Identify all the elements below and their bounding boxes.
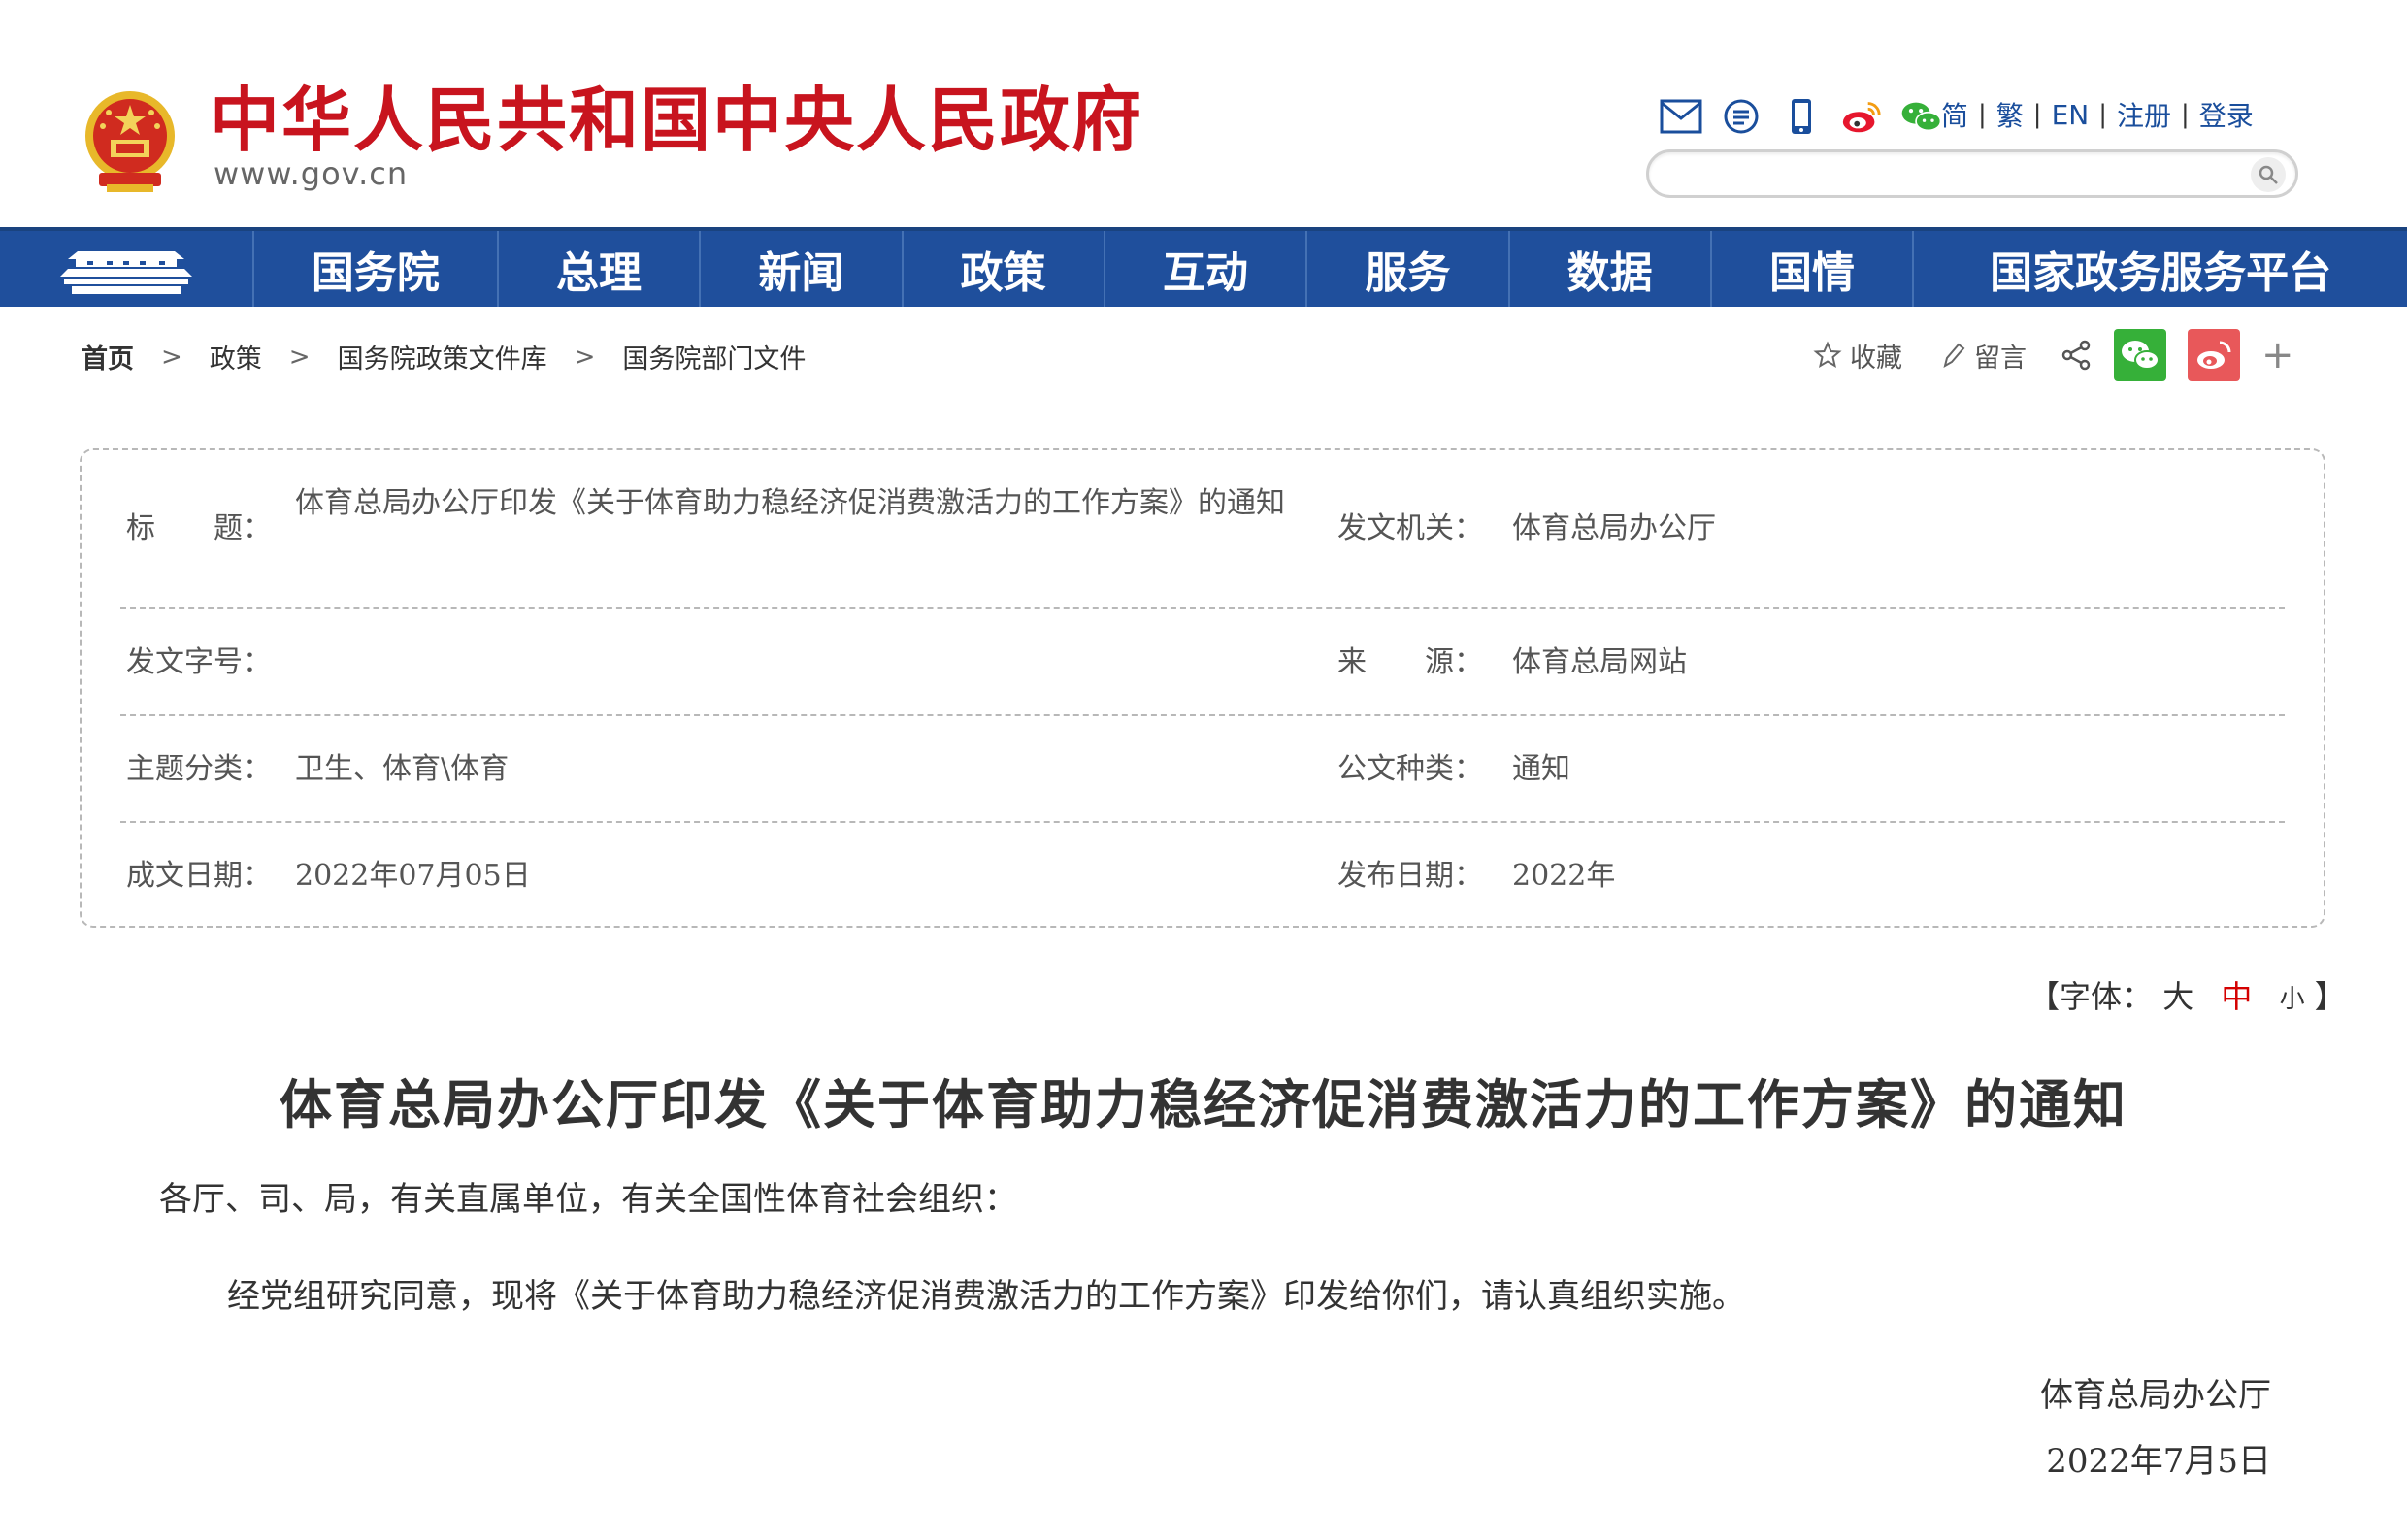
wechat-icon[interactable] [1900, 95, 1943, 138]
article-addressee: 各厅、司、局，有关直属单位，有关全国性体育社会组织： [159, 1180, 1017, 1219]
lang-simplified-link[interactable]: 简 [1941, 95, 1968, 134]
search-icon [2259, 165, 2278, 184]
title-label: 标 题： [126, 511, 272, 545]
share-button[interactable] [2060, 339, 2093, 372]
top-icon-bar [1660, 93, 1943, 140]
doc-no-label: 发文字号： [126, 645, 272, 679]
nav-home-logo[interactable] [0, 231, 254, 307]
document-info-table: 标 题： 体育总局办公厅印发《关于体育助力稳经济促消费激活力的工作方案》的通知 … [80, 448, 2325, 928]
font-size-switcher: 【字体： 大 中 小 】 [2028, 972, 2346, 1017]
breadcrumb: 首页 > 政策 > 国务院政策文件库 > 国务院部门文件 [82, 338, 806, 376]
info-row-doc-no: 发文字号： 来 源： 体育总局网站 [120, 609, 2285, 716]
nav-item-policy[interactable]: 政策 [904, 231, 1105, 307]
login-link[interactable]: 登录 [2199, 95, 2254, 134]
more-share-icon[interactable]: + [2261, 336, 2294, 375]
breadcrumb-department-docs[interactable]: 国务院部门文件 [622, 338, 806, 376]
info-row-topic: 主题分类： 卫生、体育\体育 公文种类： 通知 [120, 716, 2285, 823]
signature-organization: 体育总局办公厅 [2040, 1376, 2271, 1415]
share-wechat-button[interactable] [2114, 329, 2166, 381]
source-label: 来 源： [1337, 645, 1483, 679]
doc-type-label: 公文种类： [1337, 752, 1483, 786]
chevron-right-icon: > [161, 342, 182, 372]
chevron-right-icon: > [574, 342, 596, 372]
font-size-medium[interactable]: 中 [2221, 978, 2252, 1015]
separator: | [2098, 100, 2107, 129]
font-size-small[interactable]: 小 [2280, 985, 2305, 1014]
favorite-label: 收藏 [1850, 343, 1902, 374]
info-row-dates: 成文日期： 2022年07月05日 发布日期： 2022年 [120, 823, 2285, 928]
tiananmen-icon [59, 251, 192, 294]
register-link[interactable]: 注册 [2117, 95, 2171, 134]
search-button[interactable] [2251, 157, 2286, 192]
topic-value: 卫生、体育\体育 [295, 752, 510, 786]
font-size-suffix: 】 [2314, 978, 2346, 1015]
separator: | [2180, 100, 2190, 129]
comment-button[interactable]: 留言 [1941, 337, 2027, 375]
star-icon [1813, 341, 1842, 369]
font-size-prefix: 【字体： [2028, 978, 2154, 1015]
site-title[interactable]: 中华人民共和国中央人民政府 [210, 78, 1143, 163]
nav-item-national-info[interactable]: 国情 [1712, 231, 1915, 307]
issuer-label: 发文机关： [1337, 511, 1483, 545]
nav-item-premier[interactable]: 总理 [499, 231, 702, 307]
article-title: 体育总局办公厅印发《关于体育助力稳经济促消费激活力的工作方案》的通知 [280, 1073, 2127, 1135]
chevron-right-icon: > [288, 342, 311, 372]
lang-english-link[interactable]: EN [2052, 99, 2090, 131]
language-login-links: 简 | 繁 | EN | 注册 | 登录 [1941, 95, 2254, 134]
title-value: 体育总局办公厅印发《关于体育助力稳经济促消费激活力的工作方案》的通知 [295, 486, 1285, 520]
topic-label: 主题分类： [126, 752, 272, 786]
issuer-value: 体育总局办公厅 [1512, 511, 1716, 545]
separator: | [1978, 100, 1987, 129]
separator: | [2032, 100, 2042, 129]
info-row-title: 标 题： 体育总局办公厅印发《关于体育助力稳经济促消费激活力的工作方案》的通知 … [120, 450, 2285, 609]
written-date-value: 2022年07月05日 [295, 859, 531, 893]
breadcrumb-policy[interactable]: 政策 [210, 338, 262, 376]
nav-item-services[interactable]: 服务 [1307, 231, 1510, 307]
main-nav: 国务院 总理 新闻 政策 互动 服务 数据 国情 国家政务服务平台 [0, 227, 2407, 307]
mail-icon[interactable] [1660, 95, 1702, 138]
weibo-icon [2197, 341, 2231, 369]
search-input[interactable] [1668, 158, 2222, 191]
nav-item-state-council[interactable]: 国务院 [254, 231, 499, 307]
breadcrumb-policy-library[interactable]: 国务院政策文件库 [338, 338, 547, 376]
wechat-icon [2122, 341, 2160, 370]
site-header: 中华人民共和国中央人民政府 www.gov.cn 简 | 繁 | EN | 注册… [0, 0, 2407, 225]
share-icon [2061, 340, 2091, 371]
nav-item-data[interactable]: 数据 [1510, 231, 1712, 307]
mobile-icon[interactable] [1780, 95, 1823, 138]
pencil-icon [1943, 343, 1965, 369]
breadcrumb-home[interactable]: 首页 [82, 338, 134, 376]
lang-traditional-link[interactable]: 繁 [1996, 95, 2024, 134]
article-paragraph: 经党组研究同意，现将《关于体育助力稳经济促消费激活力的工作方案》印发给你们，请认… [227, 1277, 1745, 1316]
nav-item-news[interactable]: 新闻 [701, 231, 904, 307]
national-emblem-logo[interactable] [78, 87, 182, 196]
nav-item-service-platform[interactable]: 国家政务服务平台 [1914, 231, 2407, 307]
font-size-large[interactable]: 大 [2162, 978, 2193, 1015]
source-value: 体育总局网站 [1512, 645, 1687, 679]
favorite-button[interactable]: 收藏 [1813, 337, 1902, 375]
message-icon[interactable] [1720, 95, 1763, 138]
publish-date-value: 2022年 [1512, 859, 1616, 893]
comment-label: 留言 [1974, 343, 2027, 374]
doc-type-value: 通知 [1512, 752, 1570, 786]
signature-date: 2022年7月5日 [2046, 1442, 2271, 1481]
written-date-label: 成文日期： [126, 859, 272, 893]
search-box [1646, 149, 2298, 198]
publish-date-label: 发布日期： [1337, 859, 1483, 893]
share-weibo-button[interactable] [2188, 329, 2240, 381]
nav-item-interaction[interactable]: 互动 [1105, 231, 1308, 307]
site-url[interactable]: www.gov.cn [214, 155, 408, 192]
share-bar: 收藏 留言 + [1813, 326, 2294, 384]
weibo-icon[interactable] [1840, 95, 1883, 138]
